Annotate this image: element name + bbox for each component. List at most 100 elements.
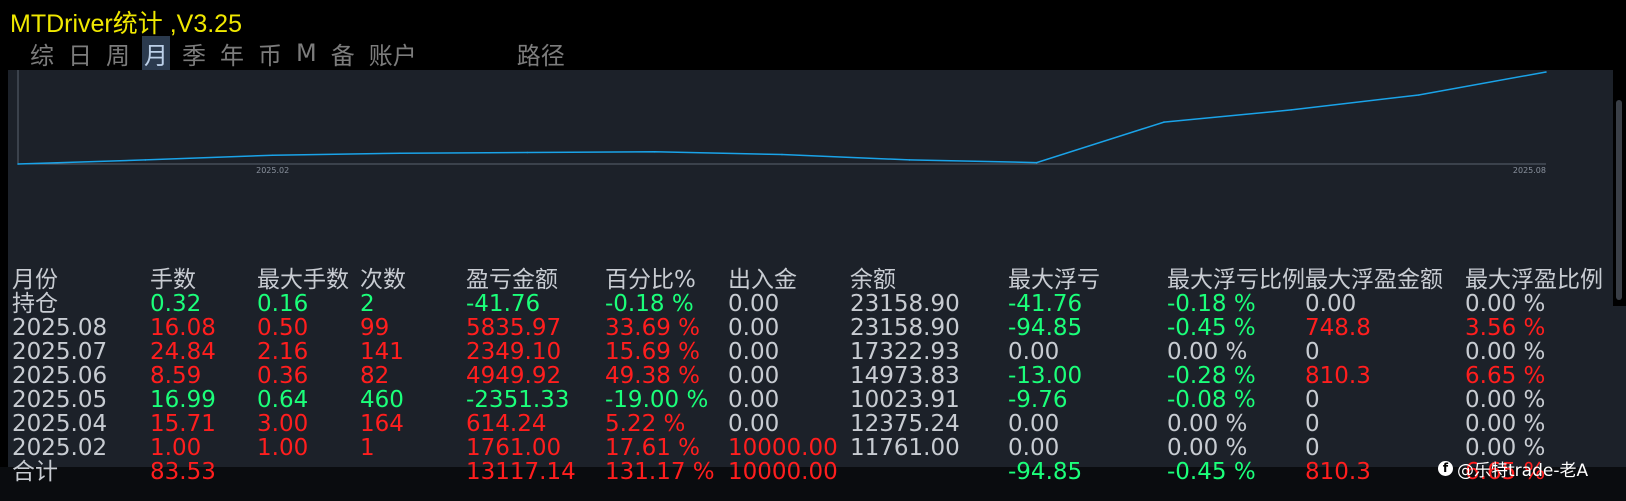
table-cell: 2025.02 [12, 435, 108, 461]
table-cell: -0.28 % [1167, 363, 1256, 389]
column-header: 盈亏金额 [466, 267, 558, 293]
column-header: 手数 [150, 267, 196, 293]
table-cell: -9.76 [1008, 387, 1068, 413]
column-header: 余额 [850, 267, 896, 293]
table-cell: 14973.83 [850, 363, 960, 389]
tab-9[interactable]: 账户 [367, 36, 419, 71]
table-cell: 2 [360, 291, 375, 317]
table-cell: -0.45 % [1167, 459, 1256, 485]
column-header: 最大浮盈比例 [1465, 267, 1603, 293]
table-cell: 99 [360, 315, 390, 341]
table-cell: 83.53 [150, 459, 216, 485]
column-header: 月份 [12, 267, 58, 293]
equity-line [17, 71, 1547, 165]
table-cell: 0.00 [728, 387, 780, 413]
table-cell: 24.84 [150, 339, 216, 365]
table-cell: 11761.00 [850, 435, 960, 461]
equity-point [1417, 94, 1420, 96]
table-cell: 1.00 [257, 435, 309, 461]
table-cell: 10000.00 [728, 459, 838, 485]
tab-5[interactable]: 年 [218, 36, 246, 71]
column-header: 最大浮亏比例 [1167, 267, 1305, 293]
table-row: 2025.08 16.08 0.50 99 5835.97 33.69 % 0.00 2315… [0, 316, 1626, 340]
column-header: 出入金 [728, 267, 797, 293]
table-cell: 17322.93 [850, 339, 960, 365]
equity-point [1290, 109, 1293, 111]
table-cell: 0.64 [257, 387, 309, 413]
table-cell: 164 [360, 411, 404, 437]
table-cell: 15.71 [150, 411, 216, 437]
table-cell: 8.59 [150, 363, 202, 389]
equity-point [781, 153, 783, 156]
table-cell: 0.00 % [1465, 411, 1546, 437]
equity-point [653, 151, 656, 153]
table-cell: -0.18 % [605, 291, 694, 317]
table-cell: 16.99 [150, 387, 216, 413]
table-cell: 0.00 [728, 411, 780, 437]
table-cell: 12375.24 [850, 411, 960, 437]
tab-7[interactable]: M [294, 39, 319, 67]
table-cell: 0 [1305, 339, 1320, 365]
table-row: 合计 83.53 13117.14 131.17 % 10000.00 -94.85 -0.… [0, 460, 1626, 484]
table-cell: 4949.92 [466, 363, 562, 389]
column-header: 最大手数 [257, 267, 349, 293]
tab-6[interactable]: 币 [256, 36, 284, 71]
table-cell: -13.00 [1008, 363, 1083, 389]
table-cell: -41.76 [466, 291, 541, 317]
tab-10[interactable]: 路径 [515, 36, 567, 71]
table-cell: 49.38 % [605, 363, 701, 389]
table-cell: 2349.10 [466, 339, 562, 365]
table-cell: 持仓 [12, 291, 58, 317]
table-cell: -0.45 % [1167, 315, 1256, 341]
table-cell: 1 [360, 435, 375, 461]
equity-point [526, 151, 529, 154]
table-cell: 13117.14 [466, 459, 576, 485]
tab-2[interactable]: 周 [104, 36, 132, 71]
table-row: 2025.07 24.84 2.16 141 2349.10 15.69 % 0.00 173… [0, 340, 1626, 364]
table-cell: 2025.07 [12, 339, 108, 365]
table-cell: 0.50 [257, 315, 309, 341]
tab-0[interactable]: 综 [28, 36, 56, 71]
tab-1[interactable]: 日 [66, 36, 94, 71]
table-cell: -94.85 [1008, 459, 1083, 485]
table-cell: 0 [1305, 387, 1320, 413]
table-cell: 0.00 [728, 363, 780, 389]
table-cell: 0.00 [728, 315, 780, 341]
table-cell: 810.3 [1305, 363, 1371, 389]
tab-3[interactable]: 月 [142, 35, 170, 71]
table-cell: 0.00 % [1167, 411, 1248, 437]
tab-8[interactable]: 备 [329, 36, 357, 71]
table-cell: -94.85 [1008, 315, 1083, 341]
watermark: f @乐特trade-老A [1438, 454, 1588, 482]
table-cell: 2025.06 [12, 363, 108, 389]
table-cell: 16.08 [150, 315, 216, 341]
column-header: 最大浮盈金额 [1305, 267, 1443, 293]
table-cell: 3.56 % [1465, 315, 1546, 341]
table-cell: 2.16 [257, 339, 309, 365]
table-cell: -0.08 % [1167, 387, 1256, 413]
equity-point [17, 163, 19, 165]
equity-point [1163, 121, 1165, 123]
table-cell: 5835.97 [466, 315, 562, 341]
table-cell: 6.65 % [1465, 363, 1546, 389]
table-cell: 17.61 % [605, 435, 701, 461]
table-row: 持仓 0.32 0.16 2 -41.76 -0.18 % 0.00 23158.90 -41.… [0, 292, 1626, 316]
table-cell: -19.00 % [605, 387, 709, 413]
table-cell: 合计 [12, 459, 58, 485]
table-cell: 141 [360, 339, 404, 365]
table-cell: 15.69 % [605, 339, 701, 365]
equity-point [271, 154, 274, 157]
watermark-text: @乐特trade-老A [1457, 460, 1589, 481]
tab-4[interactable]: 季 [180, 36, 208, 71]
table-cell: 0.32 [150, 291, 202, 317]
table-cell: 614.24 [466, 411, 547, 437]
table-cell: 0.00 % [1465, 339, 1546, 365]
x-tick-label: 2025.02 [256, 166, 289, 175]
table-cell: 460 [360, 387, 404, 413]
table-cell: -2351.33 [466, 387, 570, 413]
table-cell: 82 [360, 363, 390, 389]
table-cell: 810.3 [1305, 459, 1371, 485]
column-header: 百分比% [605, 267, 696, 293]
table-cell: 1761.00 [466, 435, 562, 461]
table-cell: 0.00 [728, 339, 780, 365]
